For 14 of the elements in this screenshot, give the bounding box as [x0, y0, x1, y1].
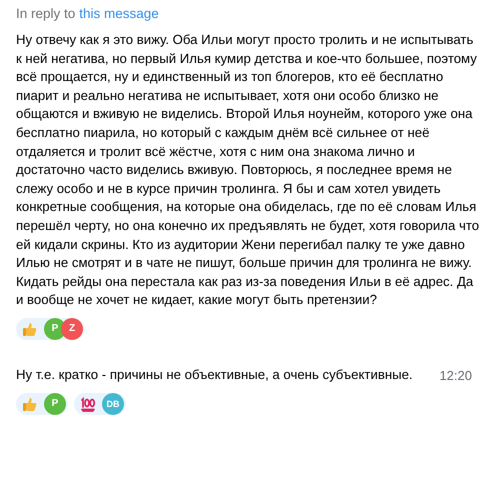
- user-avatar: Z: [61, 318, 83, 340]
- message-link[interactable]: this message: [79, 6, 159, 21]
- message-time: 12:20: [439, 368, 472, 383]
- message-text: Ну т.е. кратко - причины не объективные, а очень субъективные.: [16, 366, 414, 384]
- thumbs-up-icon: [22, 396, 38, 412]
- message-text: Ну отвечу как я это вижу. Оба Ильи могут просто тролить и не испытывать к ней негатива, но первый Илья кумир детства и кое-что большее, поэтому всё прощается, ну и единственный из топ блогеров, кто её бесплатно пиарит и реально негатива не испытывает, хотя они особо близко не общаются и вживую не виделись. Второй Илья ноунейм, которого уже она бесплатно пиарила, но который с каждым днём всё сильнее от неё отдаляется и тролит всё жёстче, хотя с ним она знакома лично и достаточно часто виделись вживую. Повторюсь, я последнее время не слежу особо и не в курсе причин тролинга. Я бы и сам хотел увидеть конкретные сообщения, на которые она обиделась, где по её словам Илья перешёл черту, но она конечно их предъявлять не будет, хотя говорила что ей кидали скрины. Кто из аудитории Жени перегибал палку те уже давно Илью не смотрят и в чате не пишут, больше причин для тролинга не вижу. Кидать рейды она перестала как раз из-за поведения Ильи в её адрес. Да и вообще не хочет не кидает, какие могут быть претензии?: [16, 31, 480, 310]
- reaction-button[interactable]: P Z: [16, 318, 85, 340]
- thumbs-up-icon: [22, 320, 38, 337]
- user-avatar: P: [44, 392, 66, 414]
- reaction-button[interactable]: P: [16, 392, 68, 414]
- user-avatar: DB: [102, 392, 124, 414]
- reaction-button[interactable]: DB: [74, 392, 126, 414]
- hundred-points-icon: [80, 396, 96, 412]
- reply-label: In reply to: [16, 6, 76, 21]
